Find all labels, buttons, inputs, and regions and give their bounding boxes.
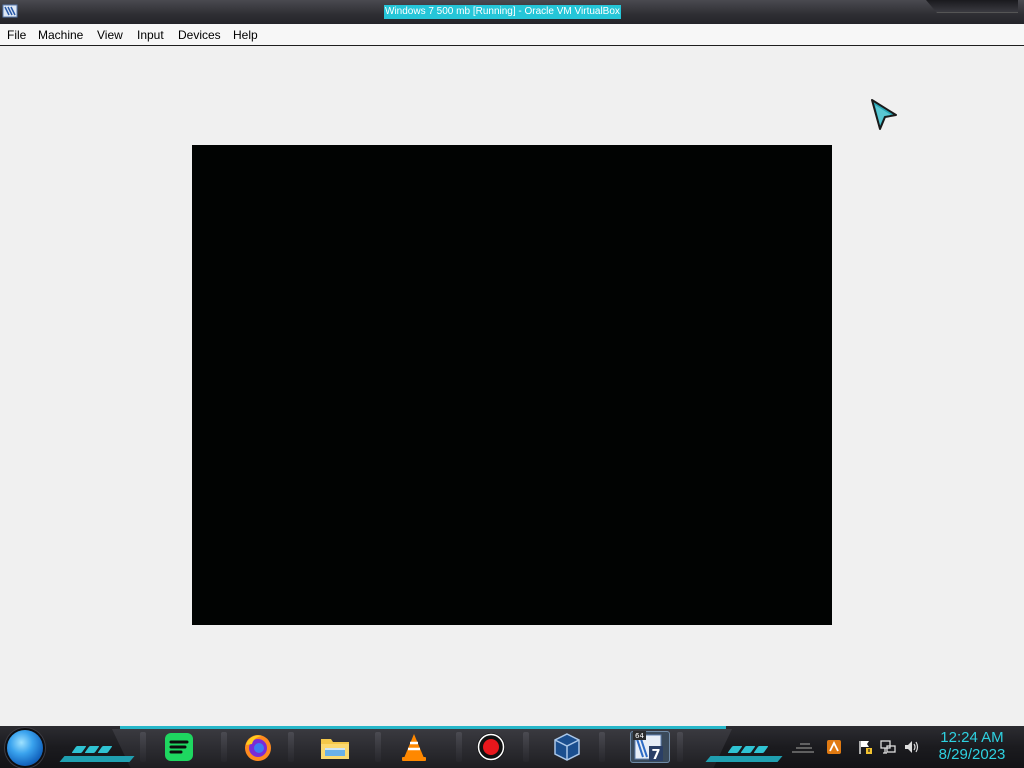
volume-icon[interactable]: [904, 739, 920, 755]
firefox-icon[interactable]: [242, 731, 274, 763]
vlc-icon[interactable]: [398, 731, 430, 763]
window-title: Windows 7 500 mb [Running] - Oracle VM V…: [384, 5, 621, 19]
vm-screen[interactable]: [192, 145, 832, 625]
taskbar-glow-line: [120, 726, 726, 729]
menu-machine[interactable]: Machine: [38, 27, 83, 43]
virtualbox-icon[interactable]: [551, 731, 583, 763]
taskbar-separator: [523, 732, 529, 762]
taskbar-accent-left: [59, 756, 135, 762]
menu-bar: File Machine View Input Devices Help: [0, 24, 1024, 46]
folder-icon[interactable]: [319, 731, 351, 763]
menu-help[interactable]: Help: [233, 27, 258, 43]
clock-time: 12:24 AM: [940, 729, 1004, 746]
menu-devices[interactable]: Devices: [178, 27, 221, 43]
start-button[interactable]: [7, 730, 43, 766]
taskbar-separator: [140, 732, 146, 762]
taskbar-separator: [221, 732, 227, 762]
menu-view[interactable]: View: [97, 27, 123, 43]
action-center-flag-icon[interactable]: [857, 739, 873, 755]
vm-number-label: 7: [651, 748, 660, 763]
taskbar-accent-right: [705, 756, 783, 762]
menu-file[interactable]: File: [7, 27, 26, 43]
clock-date: 8/29/2023: [938, 746, 1006, 763]
vm-badge-label: 64: [635, 732, 644, 740]
taskbar-separator: [456, 732, 462, 762]
taskbar-separator: [599, 732, 605, 762]
chevron-decoration-right: [727, 738, 769, 753]
taskbar-separator: [677, 732, 683, 762]
title-bar-decoration: [926, 0, 1018, 13]
menu-input[interactable]: Input: [137, 27, 164, 43]
window-titlebar[interactable]: Windows 7 500 mb [Running] - Oracle VM V…: [0, 0, 1024, 25]
system-clock[interactable]: 12:24 AM 8/29/2023: [930, 729, 1014, 764]
virtualbox-icon[interactable]: [2, 3, 18, 19]
network-icon[interactable]: [880, 739, 896, 755]
mouse-cursor-icon: [871, 99, 897, 130]
spotify-icon[interactable]: [163, 731, 195, 763]
record-icon[interactable]: [475, 731, 507, 763]
windows7-vm-icon: 64 7: [633, 731, 663, 763]
taskbar-separator: [288, 732, 294, 762]
chevron-decoration-left: [71, 738, 113, 753]
taskbar-separator: [375, 732, 381, 762]
app-tray-icon[interactable]: [826, 739, 842, 755]
show-desktop-icon[interactable]: [792, 742, 814, 754]
